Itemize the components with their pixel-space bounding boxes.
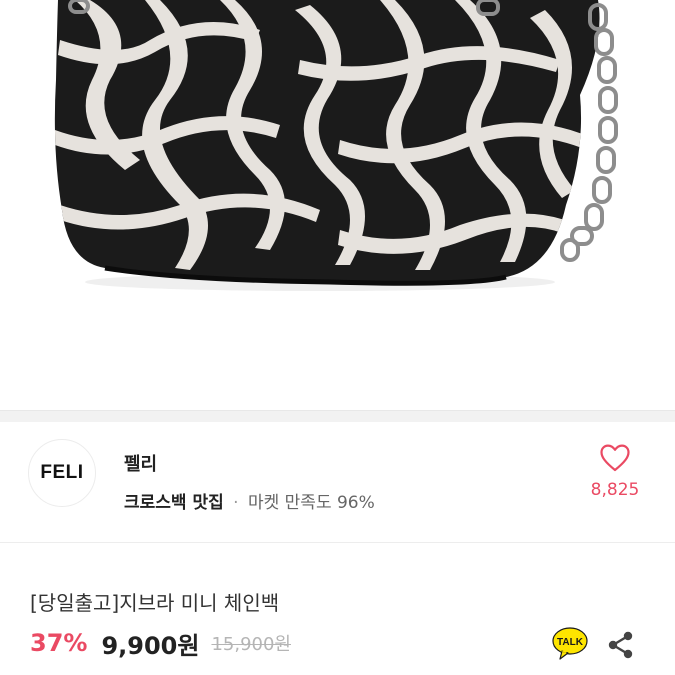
heart-icon	[600, 444, 630, 472]
shop-logo[interactable]: FELI	[28, 439, 96, 507]
market-satisfaction: 마켓 만족도 96%	[247, 493, 375, 513]
product-image[interactable]	[0, 0, 675, 410]
kakao-talk-icon: TALK	[552, 627, 588, 660]
separator-dot: ·	[233, 493, 239, 513]
sale-price: 9,900원	[101, 631, 200, 660]
product-title: [당일출고]지브라 미니 체인백	[30, 591, 280, 615]
kakao-talk-button[interactable]: TALK	[552, 627, 588, 661]
shop-tag: 크로스백 맛집	[124, 493, 224, 513]
shop-logo-text: FELI	[40, 462, 84, 483]
like-button[interactable]: 8,825	[585, 444, 645, 500]
divider	[0, 542, 675, 543]
price-row: 37% 9,900원 15,900원	[30, 623, 291, 663]
share-button[interactable]	[602, 627, 638, 663]
shop-info[interactable]: FELI 펠리 크로스백 맛집 · 마켓 만족도 96% 8,825	[0, 422, 675, 542]
shop-name[interactable]: 펠리	[124, 450, 157, 476]
svg-text:TALK: TALK	[557, 637, 584, 648]
section-divider	[0, 410, 675, 422]
zebra-chain-bag-photo	[54, 0, 618, 291]
original-price: 15,900원	[211, 634, 291, 655]
shop-subtitle: 크로스백 맛집 · 마켓 만족도 96%	[124, 488, 375, 513]
like-count: 8,825	[590, 480, 640, 500]
discount-rate: 37%	[30, 629, 88, 657]
share-icon	[608, 631, 633, 659]
